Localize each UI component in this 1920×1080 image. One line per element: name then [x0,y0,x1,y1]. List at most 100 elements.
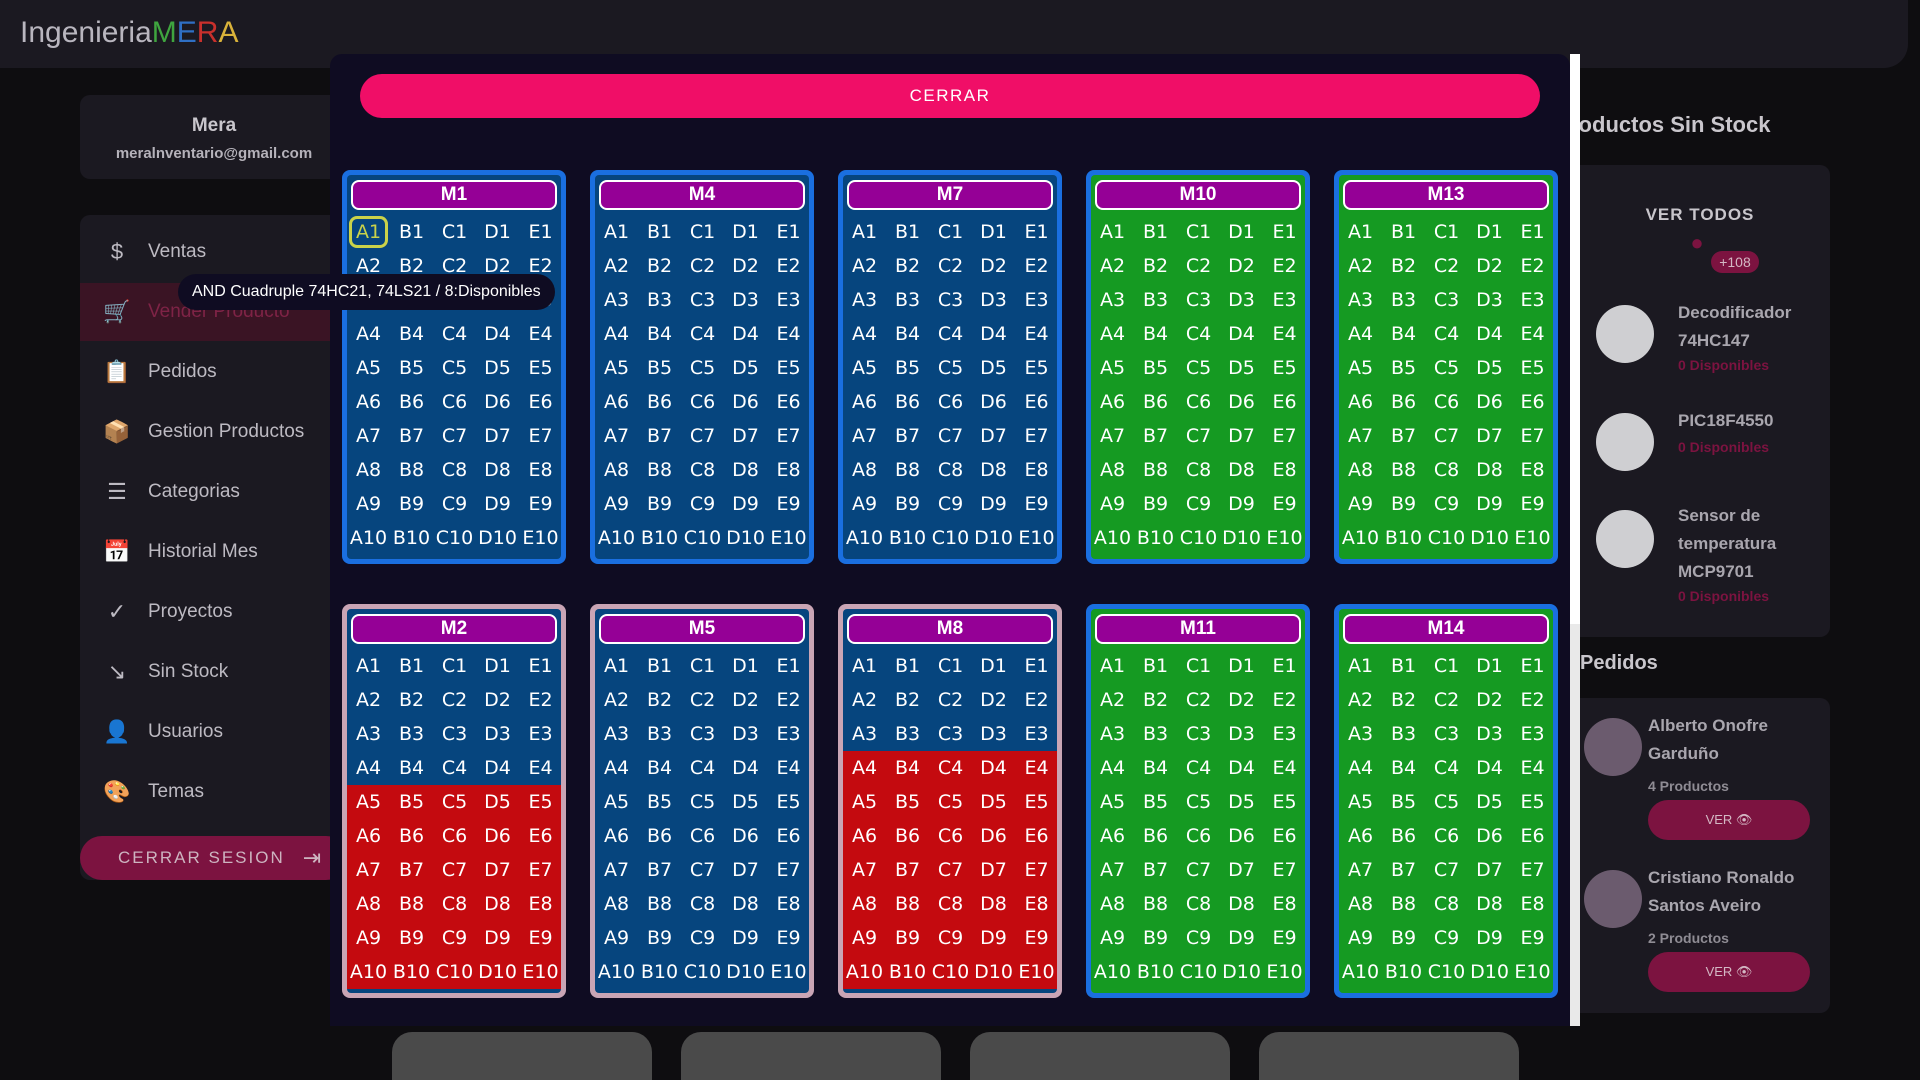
slot-e1[interactable]: E1 [1511,215,1553,249]
slot-b5[interactable]: B5 [638,785,681,819]
slot-c1[interactable]: C1 [1177,649,1220,683]
slot-a2[interactable]: A2 [1091,683,1134,717]
slot-e4[interactable]: E4 [519,751,561,785]
slot-a1[interactable]: A1 [595,215,638,249]
slot-d4[interactable]: D4 [972,317,1015,351]
slot-d6[interactable]: D6 [476,819,519,853]
slot-b7[interactable]: B7 [1134,853,1177,887]
slot-c9[interactable]: C9 [1425,921,1468,955]
slot-c7[interactable]: C7 [433,419,476,453]
slot-c8[interactable]: C8 [1177,453,1220,487]
slot-d4[interactable]: D4 [1468,317,1511,351]
slot-d6[interactable]: D6 [476,385,519,419]
slot-d10[interactable]: D10 [1220,521,1263,555]
slot-e2[interactable]: E2 [767,249,809,283]
slot-a6[interactable]: A6 [843,819,886,853]
slot-e2[interactable]: E2 [1511,683,1553,717]
slot-b9[interactable]: B9 [1134,921,1177,955]
slot-d3[interactable]: D3 [1220,717,1263,751]
slot-b10[interactable]: B10 [886,521,929,555]
slot-c1[interactable]: C1 [929,215,972,249]
slot-e10[interactable]: E10 [1015,955,1057,989]
slot-a8[interactable]: A8 [595,887,638,921]
slot-d8[interactable]: D8 [476,453,519,487]
slot-d7[interactable]: D7 [724,419,767,453]
slot-c8[interactable]: C8 [929,453,972,487]
slot-e6[interactable]: E6 [519,819,561,853]
sidebar-item-categorias[interactable]: ☰ Categorias [80,463,348,521]
slot-b1[interactable]: B1 [886,215,929,249]
sidebar-item-gestion-productos[interactable]: 📦 Gestion Productos [80,403,348,461]
slot-c5[interactable]: C5 [1177,351,1220,385]
slot-e7[interactable]: E7 [1511,853,1553,887]
slot-a7[interactable]: A7 [595,853,638,887]
slot-d6[interactable]: D6 [972,819,1015,853]
slot-d9[interactable]: D9 [972,921,1015,955]
slot-c7[interactable]: C7 [1425,853,1468,887]
slot-d2[interactable]: D2 [1220,683,1263,717]
slot-e10[interactable]: E10 [1015,521,1057,555]
slot-a6[interactable]: A6 [1339,385,1382,419]
slot-c9[interactable]: C9 [929,921,972,955]
slot-c8[interactable]: C8 [1425,453,1468,487]
slot-c5[interactable]: C5 [433,351,476,385]
slot-c1[interactable]: C1 [433,215,476,249]
slot-c3[interactable]: C3 [433,717,476,751]
slot-a1[interactable]: A1 [843,215,886,249]
slot-a10[interactable]: A10 [1091,955,1134,989]
slot-e5[interactable]: E5 [767,785,809,819]
slot-a1[interactable]: A1 [347,649,390,683]
slot-e4[interactable]: E4 [1015,317,1057,351]
slot-d7[interactable]: D7 [1220,853,1263,887]
slot-c4[interactable]: C4 [1177,317,1220,351]
slot-a6[interactable]: A6 [843,385,886,419]
slot-e10[interactable]: E10 [1263,521,1305,555]
slot-b10[interactable]: B10 [1134,521,1177,555]
slot-b9[interactable]: B9 [886,487,929,521]
slot-a4[interactable]: A4 [843,751,886,785]
slot-e4[interactable]: E4 [767,317,809,351]
slot-b2[interactable]: B2 [638,683,681,717]
slot-a3[interactable]: A3 [843,717,886,751]
slot-b3[interactable]: B3 [1382,283,1425,317]
slot-e6[interactable]: E6 [767,385,809,419]
slot-c3[interactable]: C3 [681,717,724,751]
slot-d5[interactable]: D5 [724,785,767,819]
slot-d8[interactable]: D8 [1220,887,1263,921]
slot-b3[interactable]: B3 [1134,283,1177,317]
slot-b7[interactable]: B7 [638,853,681,887]
slot-d7[interactable]: D7 [972,853,1015,887]
slot-e6[interactable]: E6 [1511,819,1553,853]
slot-e3[interactable]: E3 [1015,717,1057,751]
slot-e10[interactable]: E10 [1263,955,1305,989]
slot-b8[interactable]: B8 [1134,453,1177,487]
slot-e6[interactable]: E6 [1263,819,1305,853]
view-all-button[interactable]: VER TODOS [1570,205,1830,225]
sidebar-item-historial-mes[interactable]: 📅 Historial Mes [80,523,348,581]
slot-c7[interactable]: C7 [433,853,476,887]
slot-a6[interactable]: A6 [1091,385,1134,419]
slot-e6[interactable]: E6 [1263,385,1305,419]
slot-a8[interactable]: A8 [347,887,390,921]
slot-d9[interactable]: D9 [476,487,519,521]
slot-b1[interactable]: B1 [638,215,681,249]
slot-c10[interactable]: C10 [433,955,476,989]
slot-a7[interactable]: A7 [1339,853,1382,887]
slot-e6[interactable]: E6 [1511,385,1553,419]
slot-d5[interactable]: D5 [1468,351,1511,385]
slot-e8[interactable]: E8 [1015,887,1057,921]
slot-b10[interactable]: B10 [638,521,681,555]
slot-e3[interactable]: E3 [767,717,809,751]
slot-b7[interactable]: B7 [1382,853,1425,887]
slot-a9[interactable]: A9 [843,487,886,521]
slot-e1[interactable]: E1 [1015,649,1057,683]
slot-d4[interactable]: D4 [1220,317,1263,351]
slot-d1[interactable]: D1 [476,215,519,249]
slot-a4[interactable]: A4 [595,751,638,785]
slot-e10[interactable]: E10 [767,955,809,989]
slot-e6[interactable]: E6 [1015,385,1057,419]
slot-c9[interactable]: C9 [929,487,972,521]
slot-d9[interactable]: D9 [476,921,519,955]
slot-d8[interactable]: D8 [724,887,767,921]
slot-e5[interactable]: E5 [1015,351,1057,385]
